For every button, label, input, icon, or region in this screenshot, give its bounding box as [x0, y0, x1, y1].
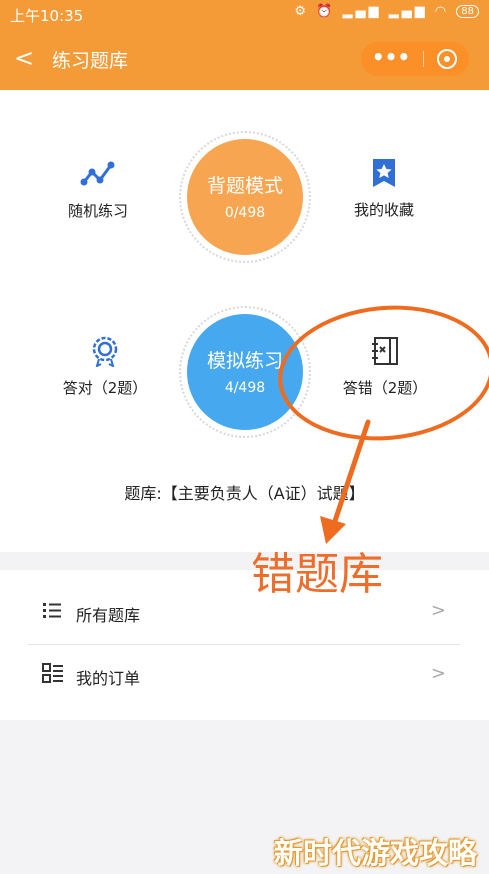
menu-item-all-banks[interactable]: 所有题库 > — [28, 582, 460, 644]
correct-answers-button[interactable]: 答对（2题） — [35, 335, 175, 398]
recite-mode-label: 背题模式 — [206, 175, 283, 197]
watermark: 新时代游戏攻略 — [274, 836, 478, 870]
signal-wifi-icons: ⚙ ⏰ ▂▄▆ ▂▄▆ ◠ — [294, 4, 450, 19]
random-practice-label: 随机练习 — [67, 202, 128, 220]
question-bank-title: 题库:【主要负责人（A证）试题】 — [124, 484, 365, 503]
more-icon[interactable]: ••• — [361, 42, 421, 76]
capsule-divider — [423, 51, 424, 67]
menu-item-my-orders[interactable]: 我的订单 > — [28, 645, 460, 707]
chevron-right-icon: > — [430, 663, 446, 684]
menu-list: 所有题库 > 我的订单 > — [0, 570, 489, 720]
miniapp-capsule: ••• — [361, 42, 469, 76]
menu-item-label: 我的订单 — [76, 669, 141, 688]
status-bar: 上午10:35 ⚙ ⏰ ▂▄▆ ▂▄▆ ◠ 88 — [0, 0, 489, 28]
correct-answers-label: 答对（2题） — [62, 379, 148, 397]
nav-bar: < 练习题库 ••• — [0, 28, 489, 90]
battery-icon: 88 — [456, 5, 479, 18]
recite-mode-button[interactable]: 背题模式 0/498 — [179, 131, 311, 263]
badge-icon — [92, 336, 118, 367]
random-path-icon — [80, 161, 115, 186]
annotation-label: 错题库 — [251, 549, 383, 600]
status-icons: ⚙ ⏰ ▂▄▆ ▂▄▆ ◠ 88 — [294, 4, 479, 19]
recite-mode-count: 0/498 — [224, 205, 266, 221]
favorites-label: 我的收藏 — [353, 201, 414, 219]
status-time: 上午10:35 — [10, 7, 84, 25]
favorites-button[interactable]: 我的收藏 — [314, 157, 454, 220]
back-icon[interactable]: < — [14, 44, 34, 72]
page-title: 练习题库 — [52, 50, 129, 72]
list-icon — [43, 603, 61, 618]
close-target-icon[interactable] — [437, 49, 457, 69]
chevron-right-icon: > — [430, 600, 446, 621]
star-bookmark-icon — [373, 159, 395, 187]
annotation-arrow-icon — [320, 419, 371, 544]
order-list-icon — [42, 663, 63, 683]
menu-item-label: 所有题库 — [76, 606, 141, 625]
random-practice-button[interactable]: 随机练习 — [28, 160, 168, 221]
